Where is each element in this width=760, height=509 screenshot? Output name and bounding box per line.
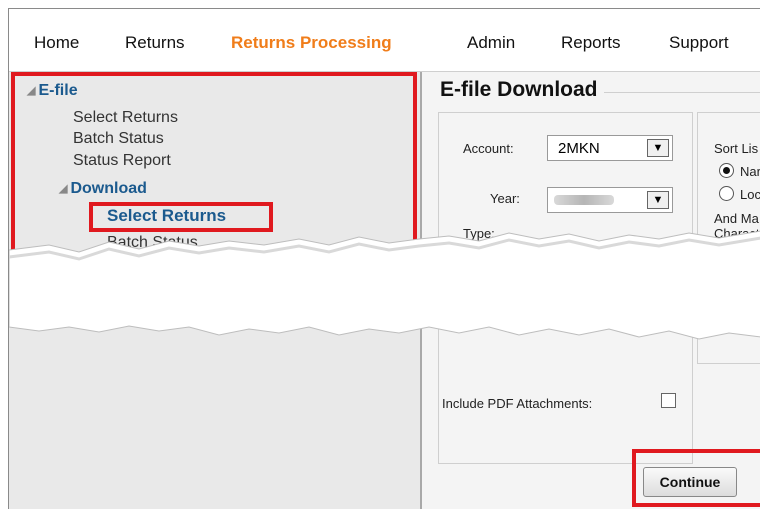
tree-efile-batch-status[interactable]: Batch Status	[73, 130, 164, 148]
tree-preseason[interactable]: ▶ Preseason Processing	[27, 290, 199, 308]
tree-download-select-returns[interactable]: Select Returns	[107, 206, 226, 226]
nav-home[interactable]: Home	[34, 33, 79, 53]
expanded-triangle-icon: ◢	[27, 85, 36, 97]
sort-list-label: Sort Lis	[714, 141, 759, 156]
type-5500-label: 5500	[608, 267, 637, 282]
chevron-down-icon: ▼	[647, 191, 669, 209]
tree-efile-status-report[interactable]: Status Report	[73, 152, 171, 170]
tree-efile[interactable]: ◢ E-file	[27, 82, 78, 100]
chevron-down-icon: ▼	[647, 139, 669, 157]
tree-preseason-label: Preseason Processing	[38, 290, 199, 307]
app-window: Home Returns Returns Processing Admin Re…	[8, 8, 760, 509]
year-value-redacted	[554, 195, 614, 205]
expanded-triangle-icon: ◢	[59, 183, 68, 195]
highlight-efile-group	[11, 72, 417, 278]
nav-admin[interactable]: Admin	[467, 33, 515, 53]
nav-returns[interactable]: Returns	[125, 33, 185, 53]
tree-print[interactable]: ▶ Print	[27, 266, 71, 284]
type-990-label: 990	[608, 290, 630, 305]
type-label: Type:	[463, 226, 495, 241]
type-radio-1120[interactable]	[466, 310, 481, 325]
tree-download[interactable]: ◢ Download	[59, 180, 147, 198]
type-1040-label: 1040	[489, 267, 518, 282]
type-radio-1040[interactable]	[466, 263, 481, 278]
type-1120-label: 1120	[489, 314, 517, 329]
pdf-attachments-checkbox[interactable]	[661, 393, 676, 408]
pdf-attachments-label: Include PDF Attachments:	[442, 396, 593, 411]
nav-reports[interactable]: Reports	[561, 33, 621, 53]
type-radio-1041[interactable]	[466, 286, 481, 301]
year-select[interactable]: ▼	[547, 187, 673, 213]
match-button[interactable]	[715, 268, 760, 304]
type-706-label: 706	[608, 314, 630, 329]
section-title: E-file Download	[440, 78, 604, 102]
sort-locator-label: Loc	[740, 187, 760, 202]
collapsed-triangle-icon: ▶	[27, 293, 36, 305]
type-1041-label: 1041	[489, 290, 518, 305]
account-label: Account:	[463, 141, 514, 156]
tree-print-label: Print	[38, 266, 72, 283]
sort-radio-locator[interactable]	[719, 186, 734, 201]
tree-efile-select-returns[interactable]: Select Returns	[73, 109, 178, 127]
tree-efile-label: E-file	[38, 82, 78, 99]
top-nav: Home Returns Returns Processing Admin Re…	[9, 9, 760, 72]
efile-download-panel: E-file Download Account: 2MKN ▼ Year: ▼ …	[422, 72, 760, 509]
type-radio-990[interactable]	[585, 286, 600, 301]
tree-download-batch-status[interactable]: Batch Status	[107, 234, 198, 252]
left-tree-panel: ◢ E-file Select Returns Batch Status Stat…	[9, 72, 422, 509]
tree-download-label: Download	[70, 180, 147, 197]
account-select[interactable]: 2MKN ▼	[547, 135, 673, 161]
type-radio-5500[interactable]	[585, 263, 600, 278]
sort-radio-name[interactable]	[719, 163, 734, 178]
nav-support[interactable]: Support	[669, 33, 729, 53]
nav-returns-processing[interactable]: Returns Processing	[231, 33, 392, 53]
year-label: Year:	[490, 191, 520, 206]
continue-button[interactable]: Continue	[643, 467, 737, 497]
sort-name-label: Nar	[740, 164, 760, 179]
and-match-label: And Ma	[714, 211, 759, 226]
collapsed-triangle-icon: ▶	[27, 269, 36, 281]
account-value: 2MKN	[558, 140, 600, 157]
type-radio-706[interactable]	[585, 310, 600, 325]
characters-label: Charact	[714, 226, 760, 241]
